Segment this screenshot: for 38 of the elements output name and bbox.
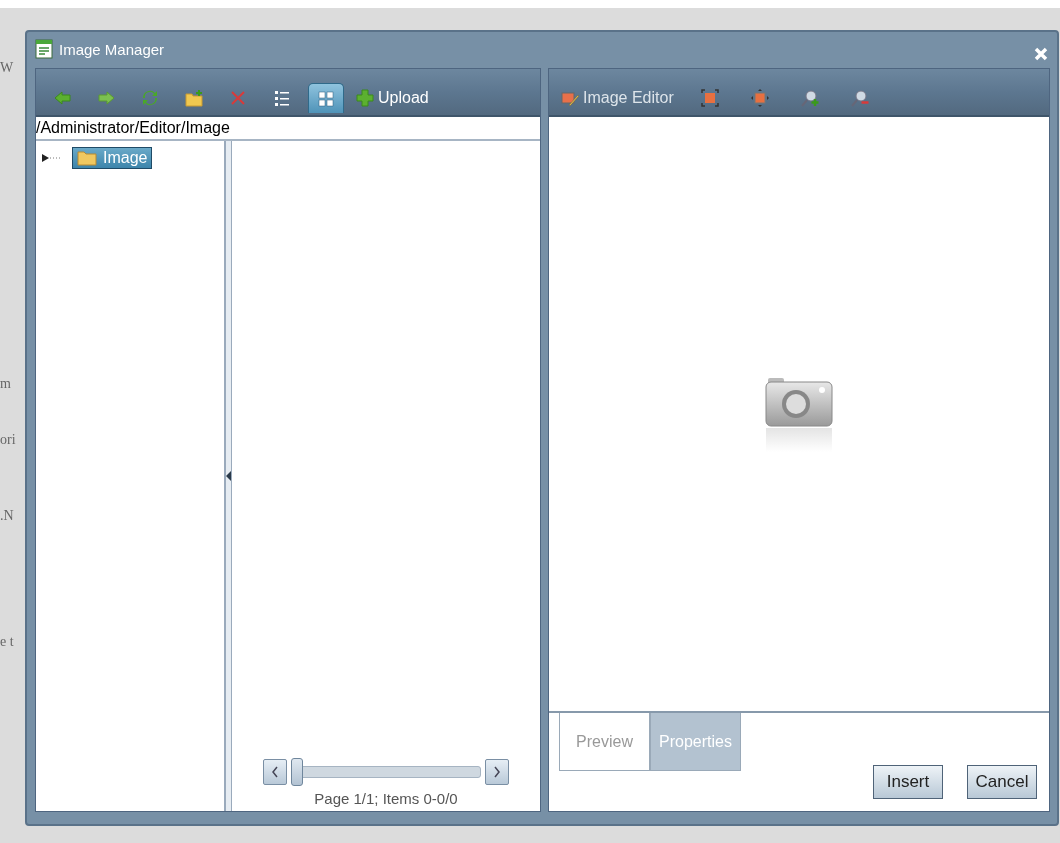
window-icon — [35, 39, 53, 59]
background-page-text: ori — [0, 432, 17, 448]
path-text: /Administrator/Editor/Image — [36, 119, 230, 137]
insert-button[interactable]: Insert — [873, 765, 943, 799]
chevron-left-icon — [270, 766, 280, 778]
pager-status: Page 1/1; Items 0-0/0 — [314, 790, 458, 807]
page-slider[interactable] — [291, 758, 481, 786]
folder-tree-item[interactable]: Image — [72, 147, 153, 169]
window-title: Image Manager — [59, 40, 166, 58]
right-arrow-icon — [97, 89, 115, 107]
tab[interactable]: Preview — [559, 713, 650, 771]
folder-icon — [77, 150, 97, 166]
zoom-in-icon — [800, 89, 819, 107]
chevron-right-icon — [492, 766, 502, 778]
background-page-text: m — [0, 376, 12, 392]
slider-thumb[interactable] — [291, 758, 303, 786]
new-folder-icon — [185, 89, 203, 107]
image-pencil-icon — [561, 89, 579, 107]
refresh-icon — [141, 89, 159, 107]
actual-size-icon — [750, 89, 769, 107]
collapse-handle-icon[interactable] — [226, 470, 231, 482]
next-page-button[interactable] — [485, 759, 509, 785]
image-editor-button[interactable]: Image Editor — [557, 83, 678, 113]
collapsed-arrow-icon[interactable] — [42, 153, 62, 163]
upload-button[interactable]: Upload — [352, 83, 433, 113]
plus-icon — [356, 89, 374, 107]
thumbnail-view-button[interactable] — [308, 83, 344, 113]
cancel-button[interactable]: Cancel — [967, 765, 1037, 799]
background-page-text: .N — [0, 508, 15, 524]
delete-icon — [229, 89, 247, 107]
background-page-text: e t — [0, 634, 15, 650]
previous-page-button[interactable] — [263, 759, 287, 785]
list-icon — [273, 89, 291, 107]
fit-image-icon — [700, 89, 719, 107]
left-arrow-icon — [53, 89, 71, 107]
zoom-out-icon — [850, 89, 869, 107]
background-page-text: W — [0, 60, 15, 76]
thumbnails-icon — [317, 89, 335, 108]
